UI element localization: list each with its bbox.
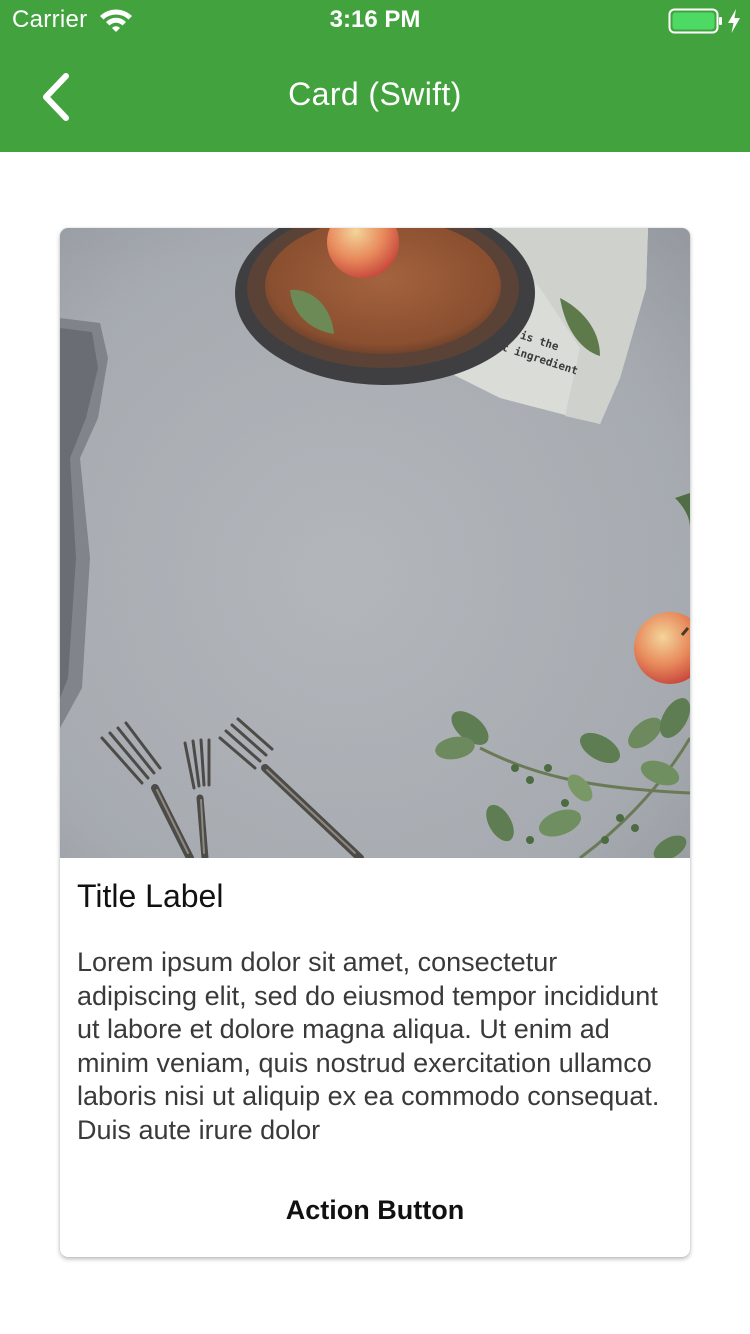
page-title: Card (Swift) (288, 76, 462, 112)
card-image: LOVE is the best ingredient (60, 228, 690, 858)
battery-icon (668, 8, 722, 34)
card-body-text: Lorem ipsum dolor sit amet, consectetur … (77, 947, 660, 1145)
action-button[interactable]: Action Button (60, 1188, 690, 1232)
status-bar: Carrier 3:16 PM (0, 0, 750, 40)
nav-bar: Card (Swift) (0, 40, 750, 152)
card-title: Title Label (77, 878, 224, 914)
content-card: LOVE is the best ingredient Title Label … (60, 228, 690, 1257)
bolt-icon (728, 9, 740, 33)
navigation-header: Carrier 3:16 PM Card (Swift) (0, 0, 750, 152)
status-time: 3:16 PM (329, 6, 421, 33)
